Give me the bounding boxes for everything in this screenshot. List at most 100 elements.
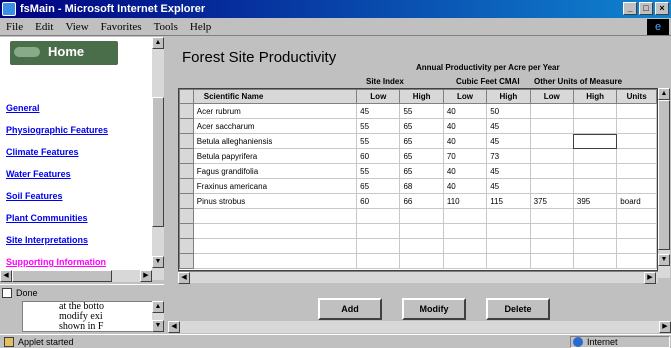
col-other-high[interactable]: High <box>572 89 618 104</box>
table-cell[interactable]: Betula papyrifera <box>192 148 358 164</box>
table-cell[interactable]: 55 <box>399 103 444 119</box>
col-site-high[interactable]: High <box>399 89 444 104</box>
table-cell[interactable] <box>529 238 574 254</box>
scroll-down-arrow-icon[interactable]: ▼ <box>658 254 670 266</box>
table-cell[interactable] <box>529 133 574 149</box>
table-row[interactable]: Acer rubrum 45 55 40 50 <box>179 103 657 119</box>
table-cell[interactable] <box>616 148 657 164</box>
table-cell[interactable] <box>529 148 574 164</box>
scroll-left-arrow-icon[interactable]: ◀ <box>178 272 190 284</box>
nav-link-supporting-information[interactable]: Supporting Information <box>6 257 106 267</box>
scroll-down-arrow-icon[interactable]: ▼ <box>152 256 164 268</box>
menu-file[interactable]: File <box>6 21 23 33</box>
table-cell[interactable]: Pinus strobus <box>192 193 358 209</box>
table-cell[interactable]: 40 <box>442 103 488 119</box>
home-button[interactable]: Home <box>10 41 118 65</box>
table-cell[interactable] <box>192 238 358 254</box>
nav-link-water[interactable]: Water Features <box>6 169 71 179</box>
table-cell[interactable]: 55 <box>356 118 401 134</box>
table-cell[interactable] <box>529 163 574 179</box>
table-cell[interactable] <box>572 133 618 149</box>
table-cell[interactable]: 45 <box>356 103 401 119</box>
row-header[interactable] <box>179 238 194 254</box>
table-cell[interactable] <box>529 208 574 224</box>
scroll-right-arrow-icon[interactable]: ▶ <box>140 270 152 282</box>
scroll-up-arrow-icon[interactable]: ▲ <box>152 37 164 49</box>
table-cell[interactable] <box>572 253 618 269</box>
table-cell[interactable] <box>442 208 488 224</box>
table-cell[interactable] <box>356 208 401 224</box>
table-cell[interactable]: 65 <box>399 133 444 149</box>
nav-link-plant-communities[interactable]: Plant Communities <box>6 213 88 223</box>
table-cell[interactable]: 65 <box>399 118 444 134</box>
table-row[interactable] <box>179 253 657 269</box>
col-cubic-high[interactable]: High <box>486 89 531 104</box>
table-cell[interactable]: 65 <box>356 178 401 194</box>
table-cell[interactable] <box>529 118 574 134</box>
minimize-button[interactable]: _ <box>623 2 637 15</box>
table-cell[interactable]: Acer saccharum <box>192 118 358 134</box>
row-header[interactable] <box>179 118 194 134</box>
scroll-left-arrow-icon[interactable]: ◀ <box>0 270 12 282</box>
row-header[interactable] <box>179 193 194 209</box>
col-units[interactable]: Units <box>616 89 657 104</box>
scroll-thumb[interactable] <box>152 97 164 227</box>
table-cell[interactable]: 73 <box>486 148 531 164</box>
table-row[interactable]: Acer saccharum 55 65 40 45 <box>179 118 657 134</box>
table-cell[interactable] <box>486 238 531 254</box>
col-scientific-name[interactable]: Scientific Name <box>192 89 358 104</box>
table-cell[interactable] <box>399 208 444 224</box>
table-cell[interactable] <box>616 178 657 194</box>
row-header[interactable] <box>179 148 194 164</box>
row-header[interactable] <box>179 163 194 179</box>
table-cell[interactable]: 66 <box>399 193 444 209</box>
nav-link-site-interpretations[interactable]: Site Interpretations <box>6 235 88 245</box>
table-cell[interactable] <box>442 223 488 239</box>
menu-view[interactable]: View <box>65 21 88 33</box>
table-cell[interactable] <box>572 103 618 119</box>
row-header[interactable] <box>179 208 194 224</box>
table-cell[interactable]: 45 <box>486 178 531 194</box>
col-other-low[interactable]: Low <box>529 89 574 104</box>
table-cell[interactable] <box>486 253 531 269</box>
row-header[interactable] <box>179 133 194 149</box>
table-cell[interactable] <box>486 223 531 239</box>
close-button[interactable]: × <box>655 2 669 15</box>
table-cell[interactable]: Acer rubrum <box>192 103 358 119</box>
table-cell[interactable]: 65 <box>399 148 444 164</box>
row-header[interactable] <box>179 223 194 239</box>
table-cell[interactable] <box>442 253 488 269</box>
table-cell[interactable]: 45 <box>486 163 531 179</box>
table-row[interactable]: Fraxinus americana 65 68 40 45 <box>179 178 657 194</box>
row-header[interactable] <box>179 253 194 269</box>
table-cell[interactable]: 375 <box>529 193 574 209</box>
menu-edit[interactable]: Edit <box>35 21 53 33</box>
table-cell[interactable] <box>572 208 618 224</box>
table-cell[interactable] <box>192 208 358 224</box>
col-cubic-low[interactable]: Low <box>442 89 488 104</box>
table-cell[interactable] <box>616 118 657 134</box>
nav-link-general[interactable]: General <box>6 103 40 113</box>
menu-tools[interactable]: Tools <box>154 21 178 33</box>
nav-link-physiographic[interactable]: Physiographic Features <box>6 125 108 135</box>
scroll-thumb[interactable] <box>12 270 112 282</box>
table-row[interactable] <box>179 238 657 254</box>
row-header[interactable] <box>179 103 194 119</box>
table-cell[interactable] <box>356 238 401 254</box>
table-cell[interactable]: 40 <box>442 163 488 179</box>
scroll-up-arrow-icon[interactable]: ▲ <box>152 301 164 313</box>
table-cell[interactable] <box>572 238 618 254</box>
table-cell[interactable] <box>572 118 618 134</box>
table-cell[interactable] <box>572 148 618 164</box>
maximize-button[interactable]: □ <box>639 2 653 15</box>
table-cell[interactable]: Betula alleghaniensis <box>192 133 358 149</box>
table-cell[interactable]: 55 <box>356 133 401 149</box>
table-row[interactable]: Pinus strobus 60 66 110 115 375 395 board <box>179 193 657 209</box>
col-site-low[interactable]: Low <box>356 89 401 104</box>
table-cell[interactable] <box>529 178 574 194</box>
table-cell[interactable] <box>399 238 444 254</box>
table-row[interactable] <box>179 223 657 239</box>
table-horizontal-scrollbar[interactable]: ◀ ▶ <box>178 271 658 284</box>
scroll-left-arrow-icon[interactable]: ◀ <box>168 321 180 333</box>
table-vertical-scrollbar[interactable]: ▲ ▼ <box>658 88 670 278</box>
